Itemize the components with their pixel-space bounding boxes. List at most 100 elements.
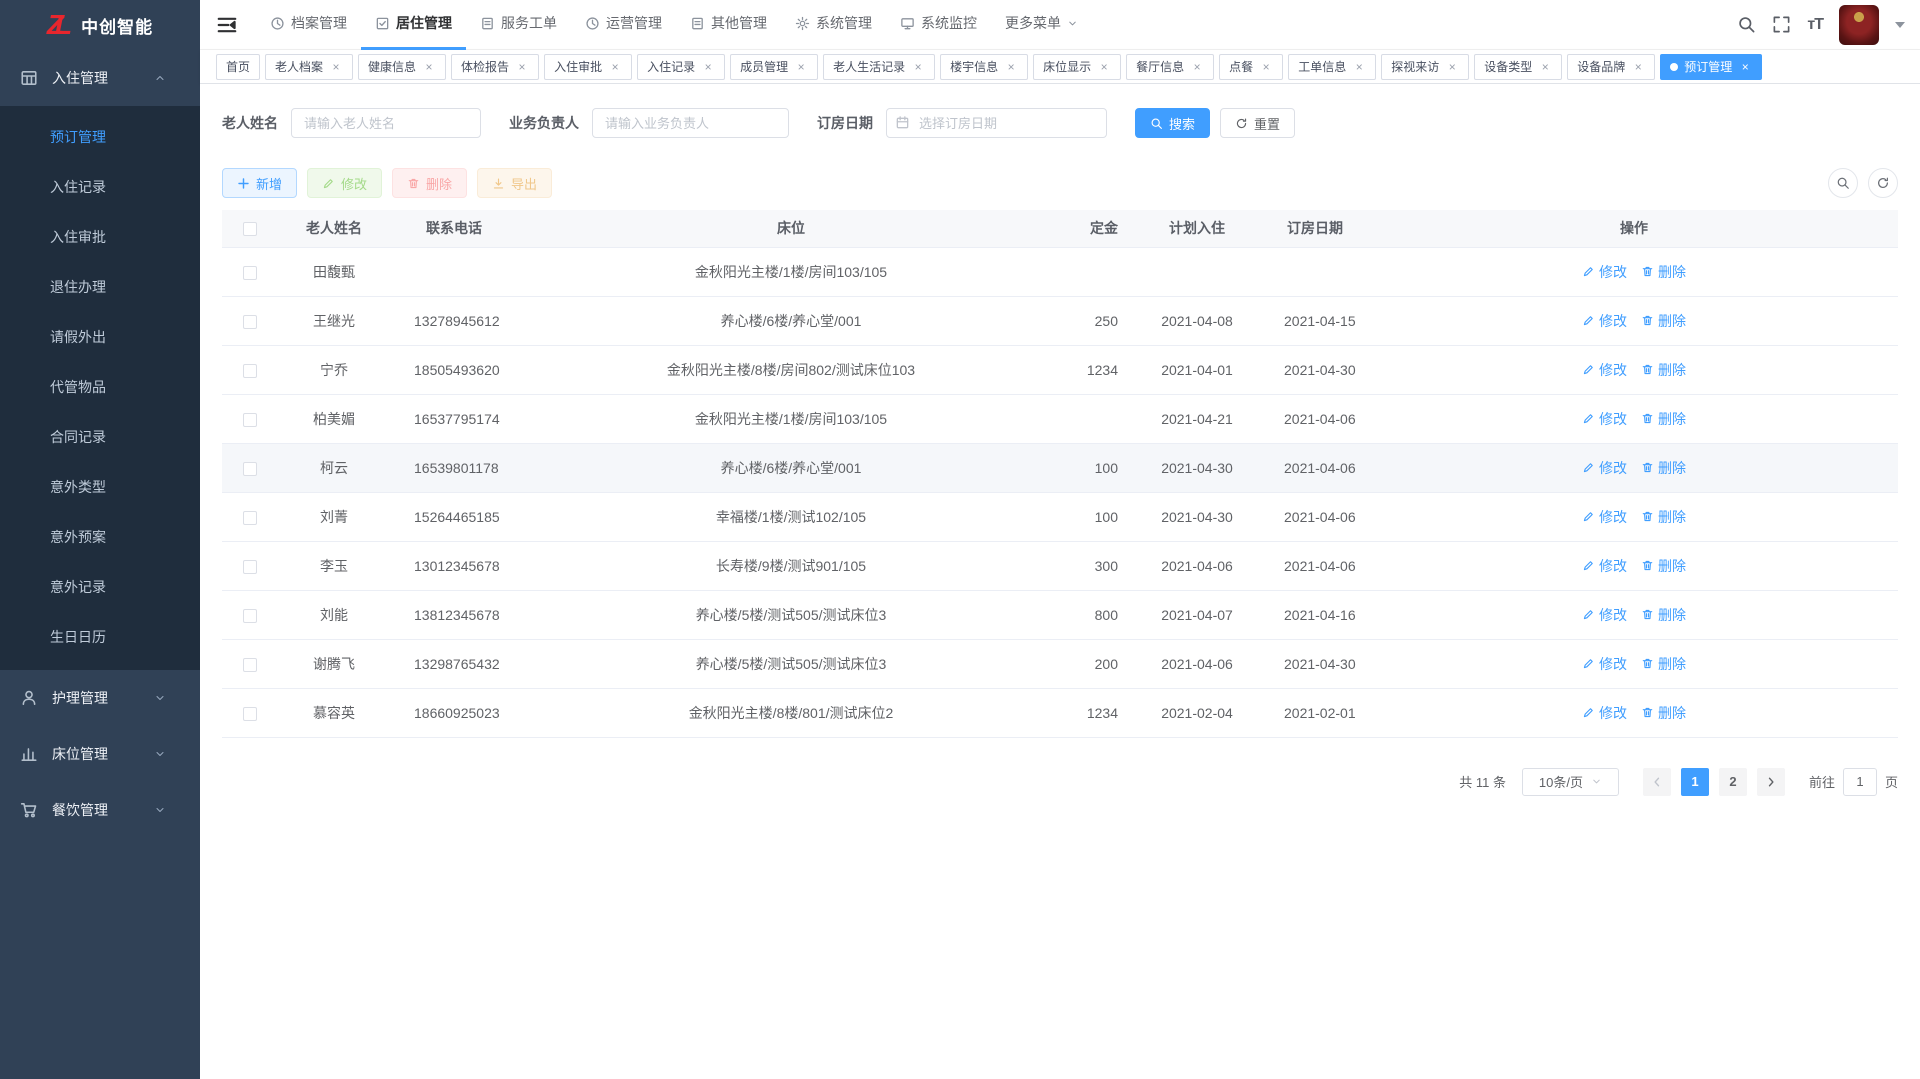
tag-16[interactable]: 预订管理×	[1660, 54, 1762, 80]
tag-13[interactable]: 探视来访×	[1381, 54, 1469, 80]
close-icon[interactable]: ×	[1190, 60, 1204, 74]
add-button[interactable]: 新增	[222, 168, 297, 198]
row-checkbox[interactable]	[243, 511, 257, 525]
refresh-table-button[interactable]	[1868, 168, 1898, 198]
tag-10[interactable]: 餐厅信息×	[1126, 54, 1214, 80]
tag-5[interactable]: 入住记录×	[637, 54, 725, 80]
avatar[interactable]	[1839, 5, 1879, 45]
close-icon[interactable]: ×	[608, 60, 622, 74]
row-edit-link[interactable]: 修改	[1582, 556, 1627, 576]
close-icon[interactable]: ×	[1097, 60, 1111, 74]
row-edit-link[interactable]: 修改	[1582, 507, 1627, 527]
row-checkbox[interactable]	[243, 266, 257, 280]
row-edit-link[interactable]: 修改	[1582, 703, 1627, 723]
tag-7[interactable]: 老人生活记录×	[823, 54, 935, 80]
close-icon[interactable]: ×	[515, 60, 529, 74]
row-delete-link[interactable]: 删除	[1641, 262, 1686, 282]
sidebar-group-3[interactable]: 餐饮管理	[0, 782, 200, 838]
tag-1[interactable]: 老人档案×	[265, 54, 353, 80]
row-checkbox[interactable]	[243, 560, 257, 574]
fullscreen-icon[interactable]	[1772, 15, 1791, 34]
row-edit-link[interactable]: 修改	[1582, 360, 1627, 380]
sidebar-item-3[interactable]: 退住办理	[0, 262, 200, 312]
row-delete-link[interactable]: 删除	[1641, 360, 1686, 380]
row-checkbox[interactable]	[243, 658, 257, 672]
nav-item-0[interactable]: 档案管理	[256, 0, 361, 50]
row-checkbox[interactable]	[243, 315, 257, 329]
row-edit-link[interactable]: 修改	[1582, 605, 1627, 625]
row-delete-link[interactable]: 删除	[1641, 654, 1686, 674]
tag-15[interactable]: 设备品牌×	[1567, 54, 1655, 80]
select-all-checkbox[interactable]	[243, 222, 257, 236]
nav-item-7[interactable]: 更多菜单	[991, 0, 1092, 50]
nav-item-6[interactable]: 系统监控	[886, 0, 991, 50]
nav-item-5[interactable]: 系统管理	[781, 0, 886, 50]
search-button[interactable]: 搜索	[1135, 108, 1210, 138]
table-row[interactable]: 刘能13812345678养心楼/5楼/测试505/测试床位38002021-0…	[222, 590, 1898, 639]
tag-2[interactable]: 健康信息×	[358, 54, 446, 80]
row-edit-link[interactable]: 修改	[1582, 409, 1627, 429]
row-checkbox[interactable]	[243, 364, 257, 378]
reset-button[interactable]: 重置	[1220, 108, 1295, 138]
sidebar-item-5[interactable]: 代管物品	[0, 362, 200, 412]
row-delete-link[interactable]: 删除	[1641, 311, 1686, 331]
sidebar-group-1[interactable]: 护理管理	[0, 670, 200, 726]
nav-item-3[interactable]: 运营管理	[571, 0, 676, 50]
table-row[interactable]: 谢腾飞13298765432养心楼/5楼/测试505/测试床位32002021-…	[222, 639, 1898, 688]
table-row[interactable]: 宁乔18505493620金秋阳光主楼/8楼/房间802/测试床位1031234…	[222, 345, 1898, 394]
close-icon[interactable]: ×	[701, 60, 715, 74]
edit-button[interactable]: 修改	[307, 168, 382, 198]
sidebar-item-9[interactable]: 意外记录	[0, 562, 200, 612]
row-checkbox[interactable]	[243, 413, 257, 427]
close-icon[interactable]: ×	[1738, 60, 1752, 74]
tag-11[interactable]: 点餐×	[1219, 54, 1283, 80]
sidebar-item-10[interactable]: 生日日历	[0, 612, 200, 662]
search-icon[interactable]	[1737, 15, 1756, 34]
row-delete-link[interactable]: 删除	[1641, 409, 1686, 429]
sidebar-item-7[interactable]: 意外类型	[0, 462, 200, 512]
page-button-1[interactable]: 1	[1681, 768, 1709, 796]
tag-4[interactable]: 入住审批×	[544, 54, 632, 80]
close-icon[interactable]: ×	[422, 60, 436, 74]
table-row[interactable]: 柏美媚16537795174金秋阳光主楼/1楼/房间103/1052021-04…	[222, 394, 1898, 443]
export-button[interactable]: 导出	[477, 168, 552, 198]
table-row[interactable]: 王继光13278945612养心楼/6楼/养心堂/0012502021-04-0…	[222, 296, 1898, 345]
nav-item-2[interactable]: 服务工单	[466, 0, 571, 50]
table-row[interactable]: 刘菁15264465185幸福楼/1楼/测试102/1051002021-04-…	[222, 492, 1898, 541]
row-edit-link[interactable]: 修改	[1582, 262, 1627, 282]
name-filter-input[interactable]	[291, 108, 481, 138]
row-checkbox[interactable]	[243, 707, 257, 721]
sidebar-item-6[interactable]: 合同记录	[0, 412, 200, 462]
close-icon[interactable]: ×	[911, 60, 925, 74]
chevron-down-icon[interactable]	[1895, 22, 1905, 28]
row-delete-link[interactable]: 删除	[1641, 458, 1686, 478]
tag-3[interactable]: 体检报告×	[451, 54, 539, 80]
sidebar-item-1[interactable]: 入住记录	[0, 162, 200, 212]
close-icon[interactable]: ×	[1352, 60, 1366, 74]
sidebar-item-2[interactable]: 入住审批	[0, 212, 200, 262]
row-edit-link[interactable]: 修改	[1582, 654, 1627, 674]
table-row[interactable]: 李玉13012345678长寿楼/9楼/测试901/1053002021-04-…	[222, 541, 1898, 590]
row-delete-link[interactable]: 删除	[1641, 556, 1686, 576]
page-button-2[interactable]: 2	[1719, 768, 1747, 796]
tag-6[interactable]: 成员管理×	[730, 54, 818, 80]
tag-12[interactable]: 工单信息×	[1288, 54, 1376, 80]
row-delete-link[interactable]: 删除	[1641, 507, 1686, 527]
page-size-select[interactable]: 10条/页	[1522, 768, 1619, 796]
table-row[interactable]: 慕容英18660925023金秋阳光主楼/8楼/801/测试床位21234202…	[222, 688, 1898, 737]
delete-button[interactable]: 删除	[392, 168, 467, 198]
row-edit-link[interactable]: 修改	[1582, 311, 1627, 331]
tag-8[interactable]: 楼宇信息×	[940, 54, 1028, 80]
table-row[interactable]: 柯云16539801178养心楼/6楼/养心堂/0011002021-04-30…	[222, 443, 1898, 492]
next-page-button[interactable]	[1757, 768, 1785, 796]
sidebar-item-0[interactable]: 预订管理	[0, 112, 200, 162]
tag-0[interactable]: 首页	[216, 54, 260, 80]
close-icon[interactable]: ×	[329, 60, 343, 74]
font-size-icon[interactable]: тT	[1807, 16, 1823, 34]
row-edit-link[interactable]: 修改	[1582, 458, 1627, 478]
sidebar-group-0[interactable]: 入住管理	[0, 50, 200, 106]
close-icon[interactable]: ×	[1538, 60, 1552, 74]
row-delete-link[interactable]: 删除	[1641, 605, 1686, 625]
close-icon[interactable]: ×	[1445, 60, 1459, 74]
row-checkbox[interactable]	[243, 609, 257, 623]
